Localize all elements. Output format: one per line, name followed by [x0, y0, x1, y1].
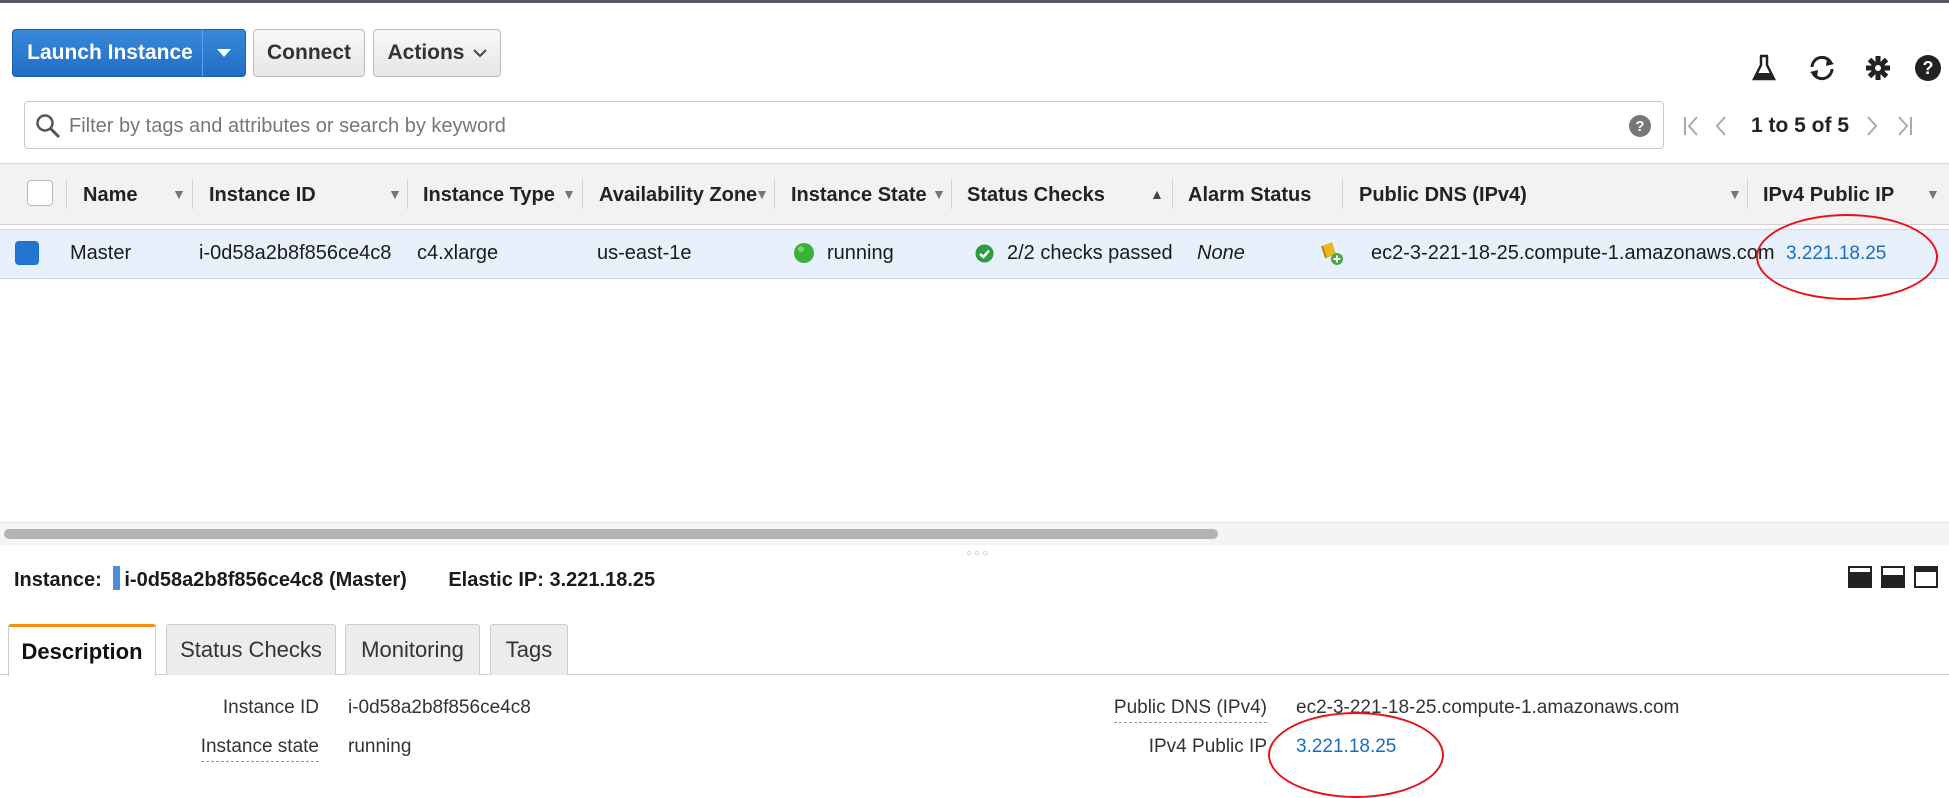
actions-button[interactable]: Actions [373, 29, 501, 77]
annotation-circle [1756, 214, 1938, 300]
tab-monitoring[interactable]: Monitoring [345, 624, 480, 675]
column-header-name[interactable]: Name [83, 184, 137, 207]
help-icon[interactable]: ? [1912, 50, 1944, 86]
tab-tags[interactable]: Tags [490, 624, 568, 675]
details-header: Instance: i-0d58a2b8f856ce4c8 (Master) E… [14, 566, 655, 592]
tab-tags-label: Tags [505, 637, 553, 662]
column-header-availability-zone[interactable]: Availability Zone [599, 184, 757, 207]
select-all-checkbox[interactable] [27, 180, 53, 206]
row-status-checks: 2/2 checks passed [1007, 242, 1173, 264]
row-name: Master [70, 242, 132, 264]
instance-id-value: i-0d58a2b8f856ce4c8 [348, 697, 531, 718]
svg-text:?: ? [1635, 118, 1644, 135]
table-row[interactable]: Master i-0d58a2b8f856ce4c8 c4.xlarge us-… [0, 229, 1949, 279]
actions-label: Actions [387, 41, 465, 64]
top-border [0, 0, 1949, 3]
instance-prefix: Instance: [14, 569, 102, 591]
horizontal-scrollbar[interactable] [0, 522, 1949, 545]
create-alarm-icon[interactable] [1318, 240, 1344, 266]
refresh-icon[interactable] [1804, 50, 1840, 86]
column-header-status-checks[interactable]: Status Checks [967, 184, 1105, 207]
row-instance-state: running [827, 242, 894, 264]
tab-status-checks-label: Status Checks [180, 637, 322, 662]
instance-state-label: Instance state [200, 736, 319, 762]
row-checkbox[interactable] [15, 241, 39, 265]
column-header-public-dns[interactable]: Public DNS (IPv4) [1359, 184, 1527, 207]
tab-description-label: Description [21, 638, 143, 664]
public-dns-label: Public DNS (IPv4) [1113, 697, 1267, 723]
chevron-down-icon[interactable]: ▼ [388, 186, 402, 202]
flask-icon[interactable] [1746, 50, 1782, 86]
instance-state-value: running [348, 736, 412, 757]
row-alarm-status: None [1197, 242, 1245, 264]
row-public-dns: ec2-3-221-18-25.compute-1.amazonaws.com [1371, 242, 1775, 264]
elastic-ip: Elastic IP: 3.221.18.25 [448, 569, 656, 591]
column-header-instance-type[interactable]: Instance Type [423, 184, 555, 207]
running-status-icon [794, 243, 814, 263]
panel-half-icon[interactable] [1881, 566, 1905, 588]
resize-handle[interactable]: ○○○ [966, 548, 990, 559]
search-input[interactable] [67, 110, 1611, 142]
help-icon[interactable]: ? [1628, 114, 1652, 138]
chevron-down-icon[interactable]: ▼ [932, 186, 946, 202]
chevron-down-icon[interactable]: ▼ [755, 186, 769, 202]
panel-top-icon[interactable] [1914, 566, 1938, 588]
panel-bottom-icon[interactable] [1848, 566, 1872, 588]
public-ip-label: IPv4 Public IP [1148, 736, 1267, 757]
svg-text:?: ? [1923, 58, 1934, 78]
column-header-instance-state[interactable]: Instance State [791, 184, 927, 207]
scrollbar-thumb[interactable] [4, 529, 1218, 539]
sort-ascending-icon[interactable]: ▲ [1150, 186, 1164, 202]
column-header-ipv4-public-ip[interactable]: IPv4 Public IP [1763, 184, 1894, 207]
launch-instance-label: Launch Instance [27, 41, 193, 64]
connect-label: Connect [267, 41, 351, 64]
row-zone: us-east-1e [597, 242, 692, 264]
chevron-down-icon[interactable]: ▼ [172, 186, 186, 202]
first-page-icon[interactable] [1682, 115, 1700, 137]
instance-id-label: Instance ID [222, 697, 319, 718]
launch-instance-button[interactable]: Launch Instance [12, 29, 208, 77]
row-instance-type: c4.xlarge [417, 242, 499, 264]
check-circle-icon [975, 244, 994, 263]
tab-monitoring-label: Monitoring [361, 637, 464, 662]
search-bar: ? [24, 101, 1664, 149]
row-instance-id: i-0d58a2b8f856ce4c8 [199, 242, 392, 264]
chevron-down-icon[interactable]: ▼ [1728, 186, 1742, 202]
tab-status-checks[interactable]: Status Checks [166, 624, 336, 675]
selection-marker [113, 566, 121, 590]
next-page-icon[interactable] [1865, 115, 1879, 137]
search-icon [36, 114, 61, 139]
annotation-circle [1268, 712, 1444, 798]
chevron-down-icon[interactable]: ▼ [562, 186, 576, 202]
column-header-instance-id[interactable]: Instance ID [209, 184, 316, 207]
column-header-alarm-status[interactable]: Alarm Status [1188, 184, 1311, 207]
chevron-down-icon [472, 48, 487, 57]
tab-description[interactable]: Description [8, 624, 156, 676]
pagination-label: 1 to 5 of 5 [1751, 114, 1850, 137]
chevron-down-icon[interactable]: ▼ [1926, 186, 1940, 202]
table-header: Name ▼ Instance ID ▼ Instance Type ▼ Ava… [0, 163, 1949, 225]
prev-page-icon[interactable] [1714, 115, 1728, 137]
instance-title: i-0d58a2b8f856ce4c8 (Master) [124, 569, 407, 591]
caret-down-icon [217, 49, 231, 57]
last-page-icon[interactable] [1896, 115, 1914, 137]
connect-button[interactable]: Connect [253, 29, 365, 77]
launch-options-button[interactable] [202, 29, 246, 77]
gear-icon[interactable] [1860, 50, 1896, 86]
